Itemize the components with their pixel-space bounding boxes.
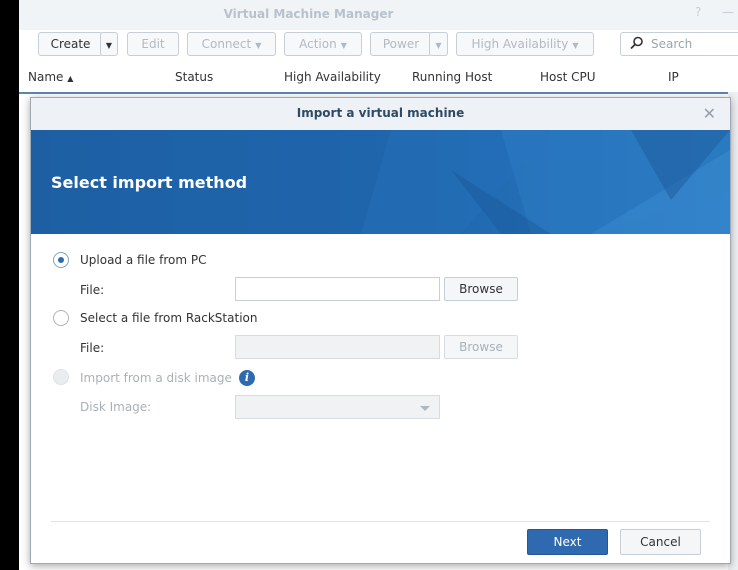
column-header-ip[interactable]: IP bbox=[668, 70, 679, 84]
disk-image-select[interactable] bbox=[235, 395, 440, 419]
chevron-down-icon: ▼ bbox=[105, 41, 113, 50]
create-button[interactable]: Create bbox=[38, 32, 103, 56]
create-dropdown-button[interactable]: ▼ bbox=[100, 32, 118, 56]
sort-ascending-icon: ▲ bbox=[67, 74, 74, 83]
info-icon[interactable]: i bbox=[239, 370, 255, 386]
vm-table-header: Name ▲ Status High Availability Running … bbox=[19, 64, 738, 94]
upload-from-pc-label[interactable]: Upload a file from PC bbox=[80, 253, 206, 267]
pc-file-input[interactable] bbox=[235, 277, 440, 301]
file-label: File: bbox=[80, 283, 105, 297]
search-field[interactable]: Search bbox=[620, 32, 738, 56]
high-availability-button[interactable]: High Availability ▼ bbox=[456, 32, 594, 56]
toolbar: Create ▼ Edit Connect ▼ Action ▼ Power ▼ H… bbox=[19, 30, 738, 64]
column-header-status[interactable]: Status bbox=[175, 70, 213, 84]
power-button[interactable]: Power bbox=[370, 32, 432, 56]
chevron-down-icon: ▼ bbox=[255, 41, 262, 50]
help-icon[interactable]: ? bbox=[695, 5, 701, 19]
dialog-banner: Select import method bbox=[31, 130, 730, 234]
power-dropdown-button[interactable]: ▼ bbox=[429, 32, 448, 56]
chevron-down-icon: ▼ bbox=[435, 41, 442, 50]
import-disk-image-radio[interactable] bbox=[53, 369, 69, 385]
chevron-down-icon bbox=[420, 406, 430, 411]
chevron-down-icon: ▼ bbox=[572, 41, 579, 50]
close-icon[interactable]: ✕ bbox=[703, 104, 716, 123]
cancel-button[interactable]: Cancel bbox=[620, 529, 701, 555]
chevron-down-icon: ▼ bbox=[340, 41, 347, 50]
import-disk-image-label: Import from a disk image bbox=[80, 371, 232, 385]
next-button[interactable]: Next bbox=[527, 529, 608, 555]
column-header-host-cpu[interactable]: Host CPU bbox=[540, 70, 596, 84]
search-placeholder: Search bbox=[651, 37, 693, 51]
rackstation-file-input[interactable] bbox=[235, 335, 440, 359]
column-header-name[interactable]: Name ▲ bbox=[28, 70, 73, 84]
select-from-rackstation-radio[interactable] bbox=[53, 310, 69, 326]
action-button[interactable]: Action ▼ bbox=[284, 32, 362, 56]
select-from-rackstation-label[interactable]: Select a file from RackStation bbox=[80, 311, 257, 325]
footer-divider bbox=[51, 521, 710, 522]
high-availability-label: High Availability bbox=[471, 37, 569, 51]
search-icon bbox=[630, 36, 643, 50]
action-label: Action bbox=[299, 37, 337, 51]
dialog-header: Import a virtual machine ✕ bbox=[31, 98, 730, 131]
upload-from-pc-radio[interactable] bbox=[53, 252, 69, 268]
file-label: File: bbox=[80, 341, 105, 355]
app-title: Virtual Machine Manager bbox=[223, 7, 394, 21]
browse-pc-button[interactable]: Browse bbox=[444, 277, 518, 301]
import-vm-dialog: Import a virtual machine ✕ Select import… bbox=[30, 97, 731, 564]
connect-label: Connect bbox=[201, 37, 252, 51]
dialog-title: Import a virtual machine bbox=[296, 106, 465, 120]
edit-button[interactable]: Edit bbox=[127, 32, 179, 56]
disk-image-label: Disk Image: bbox=[80, 400, 152, 414]
app-titlebar: Virtual Machine Manager ? — bbox=[19, 0, 738, 30]
minimize-icon[interactable]: — bbox=[722, 5, 734, 19]
browse-rackstation-button[interactable]: Browse bbox=[444, 335, 518, 359]
column-header-running-host[interactable]: Running Host bbox=[412, 70, 492, 84]
column-header-high-availability[interactable]: High Availability bbox=[284, 70, 381, 84]
column-name-label: Name bbox=[28, 70, 64, 84]
connect-button[interactable]: Connect ▼ bbox=[187, 32, 276, 56]
dialog-heading: Select import method bbox=[51, 173, 248, 192]
